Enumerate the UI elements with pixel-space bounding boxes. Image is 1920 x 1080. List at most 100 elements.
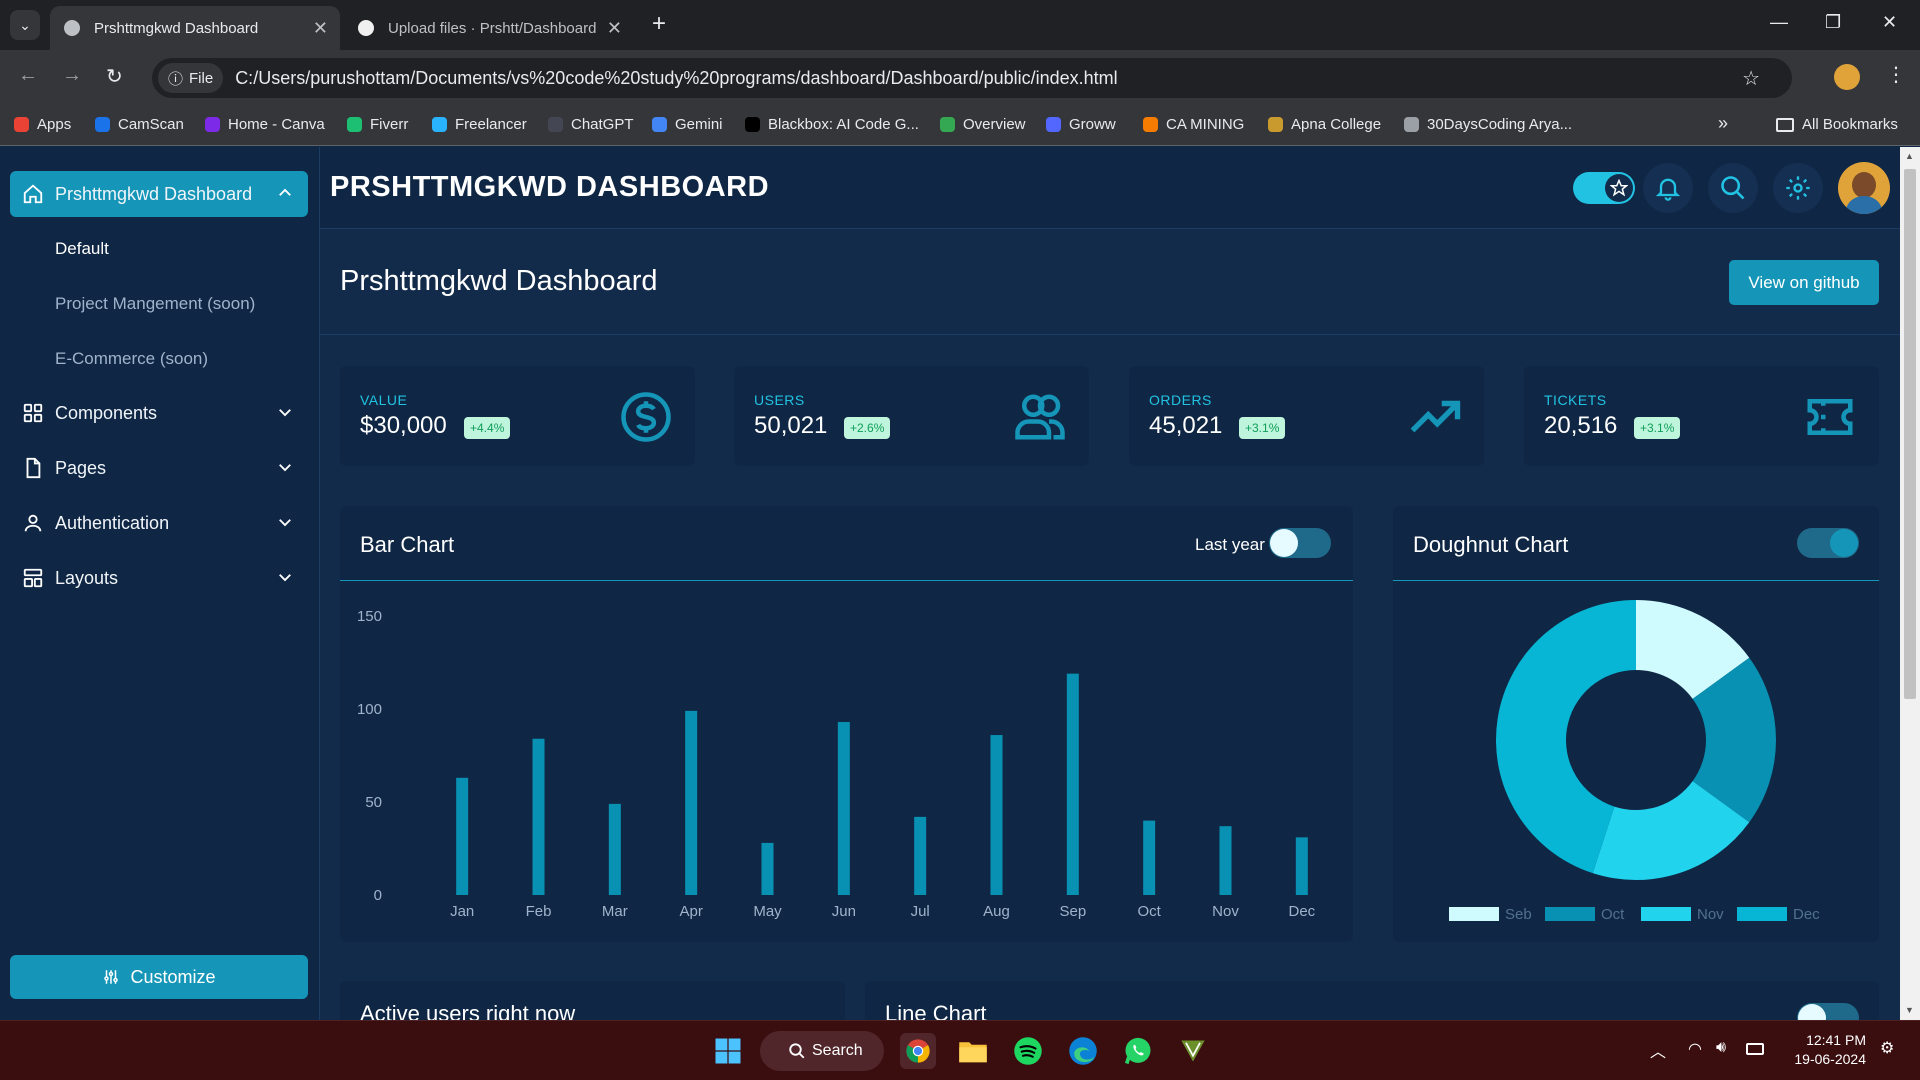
bookmark-item[interactable]: Apps	[14, 116, 71, 133]
browser-menu-icon[interactable]: ⋮	[1886, 62, 1906, 87]
user-avatar[interactable]	[1838, 162, 1890, 214]
blackbox-icon	[745, 117, 760, 132]
chrome-taskbar-icon[interactable]	[900, 1033, 936, 1069]
bookmark-item[interactable]: Fiverr	[347, 116, 408, 133]
bookmark-label: CA MINING	[1166, 116, 1245, 133]
bookmark-item[interactable]: CamScan	[95, 116, 184, 133]
bar-may[interactable]	[761, 842, 774, 895]
bar-jan[interactable]	[456, 777, 469, 895]
bookmark-star-icon[interactable]: ☆	[1742, 66, 1760, 91]
scroll-down-icon[interactable]: ▼	[1905, 1005, 1914, 1015]
sidebar-subitem-ecommerce[interactable]: E-Commerce (soon)	[55, 349, 208, 369]
system-clock[interactable]: 12:41 PM 19-06-2024	[1770, 1031, 1866, 1069]
bar-oct[interactable]	[1143, 820, 1156, 895]
browser-tab-bar: ⌄ Prshttmgkwd Dashboard ✕ Upload files ·…	[0, 0, 1920, 50]
bar-chart: 0 50 100 150 Jan Feb Mar Apr May Jun Jul Aug Sep Oct N…	[357, 608, 1316, 920]
url-text[interactable]: C:/Users/purushottam/Documents/vs%20code…	[235, 68, 1117, 89]
bar-feb[interactable]	[532, 738, 545, 895]
trending-up-icon	[1410, 400, 1461, 433]
sidebar-item-components[interactable]: Components	[10, 390, 308, 436]
scroll-up-icon[interactable]: ▲	[1905, 151, 1914, 161]
sidebar-item-layouts[interactable]: Layouts	[10, 555, 308, 601]
chevron-down-icon	[279, 409, 291, 417]
sidebar-item-dashboard[interactable]: Prshttmgkwd Dashboard	[10, 171, 308, 217]
search-button[interactable]	[1708, 163, 1758, 213]
new-tab-button[interactable]: +	[652, 10, 666, 38]
bookmark-label: Apna College	[1291, 116, 1382, 133]
wifi-icon[interactable]: ◠	[1688, 1039, 1702, 1059]
close-tab-icon[interactable]: ✕	[607, 18, 622, 39]
taskbar-search[interactable]: Search	[760, 1031, 884, 1071]
whatsapp-taskbar-icon[interactable]	[1120, 1033, 1156, 1069]
tab-dashboard[interactable]: Prshttmgkwd Dashboard ✕	[50, 6, 340, 50]
sidebar-item-pages[interactable]: Pages	[10, 445, 308, 491]
stat-value: $30,000	[360, 412, 447, 439]
bookmark-item[interactable]: 30DaysCoding Arya...	[1404, 116, 1572, 133]
bar-apr[interactable]	[685, 710, 698, 895]
bookmark-item[interactable]: ChatGPT	[548, 116, 634, 133]
doughnut-toggle[interactable]	[1797, 528, 1859, 558]
windows-start-icon[interactable]	[710, 1033, 746, 1069]
theme-toggle[interactable]	[1573, 172, 1635, 204]
bookmark-item[interactable]: Home - Canva	[205, 116, 325, 133]
show-hidden-icons[interactable]: ︿	[1650, 1038, 1666, 1062]
view-on-github-button[interactable]: View on github	[1729, 260, 1879, 305]
close-tab-icon[interactable]: ✕	[313, 18, 328, 39]
edge-taskbar-icon[interactable]	[1065, 1033, 1101, 1069]
y-tick-label: 100	[357, 701, 382, 718]
bar-jun[interactable]	[837, 722, 850, 895]
close-window-icon[interactable]: ✕	[1882, 12, 1897, 33]
settings-button[interactable]	[1773, 163, 1823, 213]
legend-label[interactable]: Nov	[1697, 906, 1724, 923]
bookmark-item[interactable]: Gemini	[652, 116, 723, 133]
bar-jul[interactable]	[914, 816, 927, 895]
bookmark-item[interactable]: Blackbox: AI Code G...	[745, 116, 919, 133]
bookmark-item[interactable]: CA MINING	[1143, 116, 1244, 133]
battery-icon[interactable]	[1746, 1043, 1764, 1055]
back-icon[interactable]: ←	[18, 64, 38, 87]
legend-label[interactable]: Seb	[1505, 906, 1532, 923]
scroll-thumb[interactable]	[1904, 169, 1916, 699]
bookmark-item[interactable]: Groww	[1046, 116, 1116, 133]
bar-nov[interactable]	[1219, 826, 1232, 895]
page-scrollbar[interactable]: ▲ ▼	[1900, 147, 1920, 1020]
sidebar-subitem-project-management[interactable]: Project Mangement (soon)	[55, 294, 255, 314]
site-info-chip[interactable]: ⓘ File	[158, 63, 224, 93]
more-bookmarks-icon[interactable]: »	[1718, 113, 1728, 134]
bar-aug[interactable]	[990, 735, 1003, 895]
bar-dec[interactable]	[1295, 837, 1308, 895]
x-tick-label: Nov	[1212, 903, 1239, 920]
last-year-toggle[interactable]	[1269, 528, 1331, 558]
legend-label[interactable]: Oct	[1601, 906, 1625, 923]
bookmark-item[interactable]: Overview	[940, 116, 1026, 133]
tab-upload-files[interactable]: Upload files · Prshtt/Dashboard ✕	[344, 6, 634, 50]
sidebar-subitem-default[interactable]: Default	[55, 239, 109, 259]
profile-avatar[interactable]	[1834, 64, 1860, 90]
x-tick-label: Jun	[832, 903, 856, 920]
vite-taskbar-icon[interactable]	[1175, 1033, 1211, 1069]
bar-sep[interactable]	[1066, 673, 1079, 895]
bookmark-label: ChatGPT	[571, 116, 634, 133]
volume-icon[interactable]: 🔊︎	[1716, 1039, 1726, 1057]
file-explorer-taskbar-icon[interactable]	[955, 1033, 991, 1069]
customize-button[interactable]: Customize	[10, 955, 308, 999]
notifications-button[interactable]	[1643, 163, 1693, 213]
bookmark-label: Apps	[37, 116, 72, 133]
minimize-icon[interactable]: —	[1770, 12, 1788, 33]
bookmark-item[interactable]: Freelancer	[432, 116, 527, 133]
sidebar-item-authentication[interactable]: Authentication	[10, 500, 308, 546]
tab-search-button[interactable]: ⌄	[10, 10, 40, 40]
grid-icon	[23, 403, 43, 423]
bookmark-item[interactable]: Apna College	[1268, 116, 1381, 133]
forward-icon[interactable]: →	[62, 64, 82, 87]
bar-mar[interactable]	[608, 803, 621, 895]
all-bookmarks-button[interactable]: All Bookmarks	[1776, 116, 1898, 133]
reload-icon[interactable]: ↻	[106, 64, 123, 89]
restore-icon[interactable]: ❐	[1825, 12, 1841, 33]
ticket-icon	[1807, 399, 1853, 435]
address-bar[interactable]: ⓘ File C:/Users/purushottam/Documents/vs…	[152, 58, 1792, 98]
legend-label[interactable]: Dec	[1793, 906, 1820, 923]
notification-center-icon[interactable]: ⚙	[1880, 1038, 1894, 1058]
spotify-taskbar-icon[interactable]	[1010, 1033, 1046, 1069]
page-header: Prshttmgkwd Dashboard View on github	[320, 229, 1900, 335]
